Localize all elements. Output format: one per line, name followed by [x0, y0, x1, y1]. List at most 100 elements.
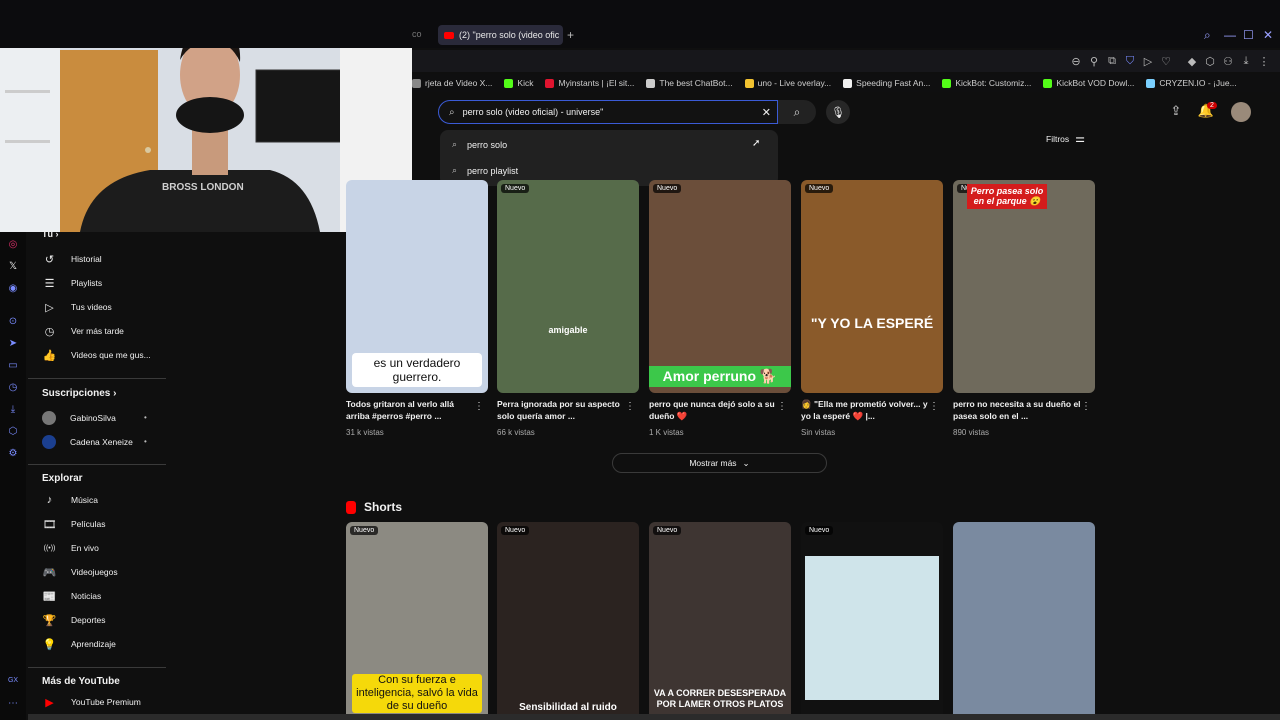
bookmark-item[interactable]: uno - Live overlay...	[744, 78, 831, 88]
play-icon[interactable]: ▷	[1141, 55, 1155, 68]
new-tab-button[interactable]: +	[567, 28, 574, 42]
extension-icon[interactable]: ◆	[1185, 55, 1199, 68]
microphone-icon: 🎙	[831, 106, 845, 119]
maximize-icon[interactable]: ☐	[1243, 28, 1254, 42]
bookmark-item[interactable]: KickBot VOD Dowl...	[1043, 78, 1134, 88]
download-icon[interactable]: ⤓	[1239, 55, 1253, 68]
filters-button[interactable]: Filtros ⚌	[1046, 132, 1085, 145]
live-icon: ((•))	[43, 544, 56, 552]
search-query: perro solo (video oficial) - universe"	[462, 107, 604, 117]
video-title[interactable]: 👩 "Ella me prometió volver... y yo la es…	[801, 398, 929, 422]
bookmark-item[interactable]: Myinstants | ¡El sit...	[545, 78, 634, 88]
profile-icon[interactable]: ⚇	[1221, 55, 1235, 68]
rail-download-icon[interactable]: ⤓	[6, 404, 20, 415]
video-title[interactable]: perro que nunca dejó solo a su dueño ❤️	[649, 398, 777, 422]
video-thumbnail[interactable]: Nuevo "Y YO LA ESPERÉ	[801, 180, 943, 393]
instagram-icon[interactable]: ◎	[6, 239, 20, 250]
short-caption: Sensibilidad al ruido	[519, 702, 617, 713]
rail-gx-icon[interactable]: GX	[6, 677, 20, 684]
menu-icon[interactable]: ⋮	[1257, 55, 1271, 68]
search-input[interactable]: ⌕ perro solo (video oficial) - universe"…	[438, 100, 778, 124]
sidebar-item-playlists[interactable]: ☰ Playlists	[42, 273, 103, 293]
sidebar-item-m-sica[interactable]: ♪ Música	[42, 490, 98, 510]
browser-tab-partial[interactable]: co	[412, 29, 422, 39]
voice-search-button[interactable]: 🎙	[826, 100, 850, 124]
upload-icon[interactable]: ⇪	[1166, 103, 1186, 123]
show-more-button[interactable]: Mostrar más ⌄	[612, 453, 827, 473]
shield-icon[interactable]: ⛉	[1123, 55, 1137, 68]
sidebar-item-videos-que-me-gus[interactable]: 👍 Videos que me gus...	[42, 345, 151, 365]
bookmark-item[interactable]: The best ChatBot...	[646, 78, 733, 88]
sidebar-item-tus-videos[interactable]: ▷ Tus videos	[42, 297, 112, 317]
search-icon: ⌕	[793, 104, 801, 119]
video-title[interactable]: Perra ignorada por su aspecto solo querí…	[497, 398, 625, 422]
video-menu-icon[interactable]: ⋮	[625, 401, 635, 412]
clear-search-icon[interactable]: ✕	[762, 106, 771, 119]
video-title[interactable]: Todos gritaron al verlo allá arriba #per…	[346, 398, 474, 422]
heart-icon[interactable]: ♡	[1159, 55, 1173, 68]
sidebar-item-ver-m-s-tarde[interactable]: ◷ Ver más tarde	[42, 321, 124, 341]
sidebar-item-noticias[interactable]: 📰 Noticias	[42, 586, 102, 606]
suggestion-item[interactable]: ⌕ perro solo	[452, 139, 507, 150]
sidebar-item-en-vivo[interactable]: ((•)) En vivo	[42, 538, 99, 558]
bookmark-item[interactable]: rjeta de Video X...	[412, 78, 492, 88]
svg-text:BROSS LONDON: BROSS LONDON	[162, 182, 244, 193]
video-menu-icon[interactable]: ⋮	[474, 401, 484, 412]
short-thumbnail[interactable]: Nuevo Con su fuerza e inteligencia, salvó…	[346, 522, 488, 714]
sidebar-item-deportes[interactable]: 🏆 Deportes	[42, 610, 106, 630]
subscriptions-heading[interactable]: Suscripciones ›	[42, 388, 116, 399]
minimize-icon[interactable]: —	[1224, 28, 1236, 42]
short-thumbnail[interactable]	[953, 522, 1095, 714]
video-menu-icon[interactable]: ⋮	[929, 401, 939, 412]
rail-cube-icon[interactable]: ⬡	[6, 426, 20, 437]
video-thumbnail[interactable]: Nuevo Amor perruno 🐕	[649, 180, 791, 393]
subscription-item[interactable]: Cadena Xeneize	[42, 432, 133, 452]
discord-icon[interactable]: ◉	[6, 283, 20, 294]
bookmark-item[interactable]: Speeding Fast An...	[843, 78, 930, 88]
bookmark-item[interactable]: CRYZEN.IO - ¡Jue...	[1146, 78, 1237, 88]
sidebar-item-historial[interactable]: ↺ Historial	[42, 249, 102, 269]
video-views: 890 vistas	[953, 428, 990, 437]
rail-compass-icon[interactable]: ⊙	[6, 316, 20, 327]
video-views: 1 K vistas	[649, 428, 684, 437]
thumbnail-caption: amigable	[548, 325, 588, 335]
rail-clock-icon[interactable]: ◷	[6, 382, 20, 393]
video-menu-icon[interactable]: ⋮	[777, 401, 787, 412]
video-thumbnail[interactable]: Nuevo amigable	[497, 180, 639, 393]
sidebar-item-videojuegos[interactable]: 🎮 Videojuegos	[42, 562, 118, 582]
video-menu-icon[interactable]: ⋮	[1081, 401, 1091, 412]
rail-folder-icon[interactable]: ▭	[6, 360, 20, 371]
pin-icon[interactable]: ⚲	[1087, 55, 1101, 68]
puzzle-icon[interactable]: ⬡	[1203, 55, 1217, 68]
rail-settings-icon[interactable]: ⚙	[6, 448, 20, 459]
zoom-icon[interactable]: ⊖	[1069, 55, 1083, 68]
sidebar-item-label: Ver más tarde	[71, 326, 124, 336]
sidebar-you-heading[interactable]: Tú ›	[42, 229, 59, 239]
video-thumbnail[interactable]: NuevoPerro pasea solo en el parque 😮	[953, 180, 1095, 393]
search-tabs-icon[interactable]: ⌕	[1204, 28, 1211, 43]
rail-send-icon[interactable]: ➤	[6, 338, 20, 349]
x-twitter-icon[interactable]: 𝕏	[6, 261, 20, 272]
close-window-icon[interactable]: ✕	[1263, 28, 1273, 42]
avatar[interactable]	[1231, 102, 1251, 122]
short-thumbnail[interactable]: Nuevo VA A CORRER DESESPERADA POR LAMER O…	[649, 522, 791, 714]
bookmark-item[interactable]: KickBot: Customiz...	[942, 78, 1031, 88]
short-thumbnail[interactable]: Nuevo	[801, 522, 943, 714]
divider	[28, 378, 166, 379]
short-thumbnail[interactable]: Nuevo Sensibilidad al ruido	[497, 522, 639, 714]
horizontal-scrollbar[interactable]	[28, 714, 1280, 720]
video-title[interactable]: perro no necesita a su dueño el pasea so…	[953, 398, 1081, 422]
subscription-item[interactable]: GabinoSilva	[42, 408, 116, 428]
search-button[interactable]: ⌕	[778, 100, 816, 124]
video-thumbnail[interactable]: es un verdadero guerrero.	[346, 180, 488, 393]
sidebar-item-youtube-premium[interactable]: ▶ YouTube Premium	[42, 692, 141, 712]
divider	[28, 667, 166, 668]
screenshot-icon[interactable]: ⧉	[1105, 55, 1119, 68]
bookmark-item[interactable]: Kick	[504, 78, 533, 88]
browser-tab-active[interactable]: (2) "perro solo (video ofic	[438, 25, 563, 45]
sidebar-item-aprendizaje[interactable]: 💡 Aprendizaje	[42, 634, 116, 654]
rail-more-icon[interactable]: ⋯	[6, 698, 20, 709]
bookmark-favicon-icon	[412, 78, 421, 88]
suggestion-item[interactable]: ⌕ perro playlist	[452, 165, 518, 176]
sidebar-item-pel-culas[interactable]: 🎞 Películas	[42, 514, 106, 534]
